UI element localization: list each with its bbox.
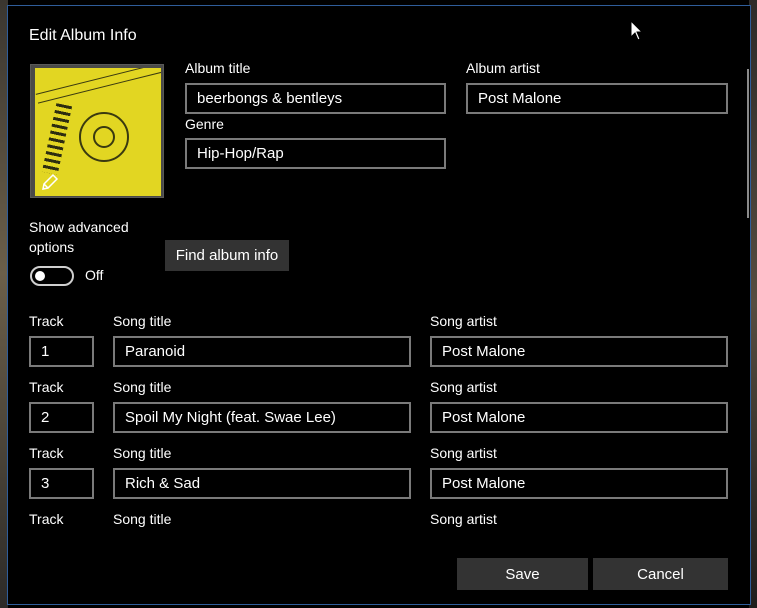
album-artist-input[interactable]: Post Malone bbox=[466, 83, 728, 114]
save-button[interactable]: Save bbox=[457, 558, 588, 590]
song-title-label: Song title bbox=[113, 379, 172, 395]
song-artist-label: Song artist bbox=[430, 511, 497, 527]
song-artist-input[interactable]: Post Malone bbox=[430, 402, 728, 433]
album-artist-label: Album artist bbox=[466, 60, 540, 76]
show-advanced-label: Show advanced options bbox=[29, 219, 129, 255]
album-title-label: Album title bbox=[185, 60, 251, 76]
track-label: Track bbox=[29, 313, 64, 329]
track-label: Track bbox=[29, 379, 64, 395]
song-artist-input[interactable]: Post Malone bbox=[430, 468, 728, 499]
track-number-input[interactable]: 3 bbox=[29, 468, 94, 499]
album-art[interactable] bbox=[30, 64, 164, 198]
album-art-detail bbox=[41, 103, 73, 175]
pencil-edit-icon[interactable] bbox=[40, 172, 60, 192]
song-artist-label: Song artist bbox=[430, 445, 497, 461]
album-title-input[interactable]: beerbongs & bentleys bbox=[185, 83, 446, 114]
toggle-state-label: Off bbox=[85, 267, 104, 283]
genre-input[interactable]: Hip-Hop/Rap bbox=[185, 138, 446, 169]
track-number-input[interactable]: 1 bbox=[29, 336, 94, 367]
song-title-label: Song title bbox=[113, 511, 172, 527]
song-title-label: Song title bbox=[113, 313, 172, 329]
cancel-button[interactable]: Cancel bbox=[593, 558, 728, 590]
album-art-detail bbox=[35, 68, 161, 104]
dialog-title: Edit Album Info bbox=[29, 27, 137, 44]
edit-album-info-dialog: Edit Album Info Album title beerbongs & … bbox=[7, 5, 751, 605]
song-title-input[interactable]: Paranoid bbox=[113, 336, 411, 367]
toggle-knob bbox=[35, 271, 45, 281]
song-artist-input[interactable]: Post Malone bbox=[430, 336, 728, 367]
scrollbar[interactable] bbox=[747, 69, 749, 218]
track-label: Track bbox=[29, 511, 64, 527]
track-label: Track bbox=[29, 445, 64, 461]
find-album-info-button[interactable]: Find album info bbox=[165, 240, 289, 271]
song-artist-label: Song artist bbox=[430, 313, 497, 329]
track-number-input[interactable]: 2 bbox=[29, 402, 94, 433]
album-art-detail bbox=[93, 126, 115, 148]
genre-label: Genre bbox=[185, 116, 224, 132]
mouse-cursor-icon bbox=[630, 20, 644, 41]
song-title-label: Song title bbox=[113, 445, 172, 461]
song-title-input[interactable]: Spoil My Night (feat. Swae Lee) bbox=[113, 402, 411, 433]
song-title-input[interactable]: Rich & Sad bbox=[113, 468, 411, 499]
song-artist-label: Song artist bbox=[430, 379, 497, 395]
advanced-options-toggle[interactable] bbox=[30, 266, 74, 286]
